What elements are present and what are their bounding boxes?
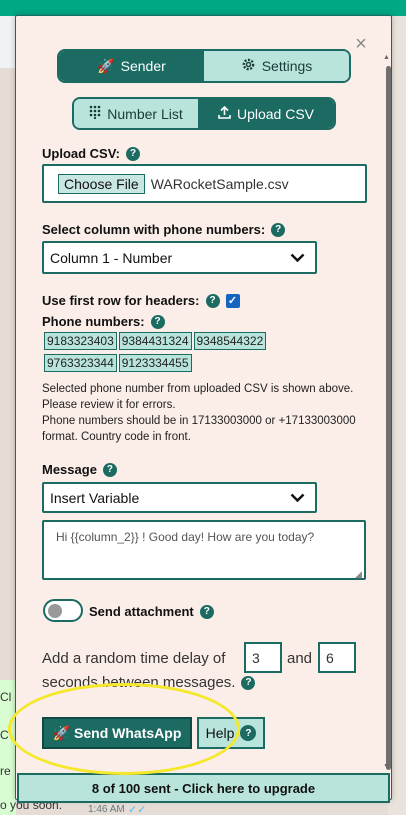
help-icon[interactable]: ? xyxy=(102,462,117,477)
tab-label: Upload CSV xyxy=(236,105,315,122)
tab-sender[interactable]: 🚀 Sender xyxy=(59,51,204,81)
help-icon: ? xyxy=(240,725,257,741)
double-check-icon: ✓✓ xyxy=(128,804,147,815)
delay-min-input[interactable]: 3 xyxy=(244,642,282,673)
phone-numbers-list: 9183323403 9384431324 9348544322 9763323… xyxy=(44,332,294,376)
upgrade-bar[interactable]: 8 of 100 sent - Click here to upgrade xyxy=(17,773,390,803)
help-icon[interactable]: ? xyxy=(150,314,165,329)
chat-bubble-fragment: C xyxy=(0,728,9,742)
label-text: Phone numbers: xyxy=(42,314,145,329)
sub-tabs: Number List Upload CSV xyxy=(72,97,336,130)
help-icon[interactable]: ? xyxy=(199,604,214,619)
main-tabs: 🚀 Sender Settings xyxy=(57,49,351,83)
tab-number-list[interactable]: Number List xyxy=(74,99,198,128)
keypad-icon xyxy=(89,105,101,122)
file-name: WARocketSample.csv xyxy=(150,175,289,192)
use-headers-checkbox[interactable]: ✓ xyxy=(225,293,240,308)
select-value: Insert Variable xyxy=(50,489,140,506)
note-review: Selected phone number from uploaded CSV … xyxy=(42,383,354,411)
phone-chip: 9348544322 xyxy=(193,332,267,350)
label-text: Message xyxy=(42,462,97,477)
help-icon[interactable]: ? xyxy=(126,146,141,161)
delay-max-input[interactable]: 6 xyxy=(318,642,356,673)
insert-variable-select[interactable]: Insert Variable xyxy=(42,482,317,513)
toggle-knob xyxy=(48,604,62,618)
delay-prefix: Add a random time delay of xyxy=(42,650,226,667)
rocket-icon: 🚀 xyxy=(52,724,71,741)
phone-chip: 9123334455 xyxy=(118,354,192,372)
label-text: Send attachment xyxy=(89,604,194,619)
tab-upload-csv[interactable]: Upload CSV xyxy=(198,99,334,128)
chevron-down-icon xyxy=(290,490,305,506)
file-input[interactable]: Choose File WARocketSample.csv xyxy=(42,164,367,203)
message-label: Message ? xyxy=(42,462,117,477)
chat-bubble-fragment: Cl xyxy=(0,690,12,704)
gear-icon xyxy=(241,57,256,75)
tab-label: Number List xyxy=(107,105,183,122)
attachment-label: Send attachment ? xyxy=(89,604,214,619)
chevron-down-icon xyxy=(290,250,305,266)
attachment-toggle[interactable] xyxy=(43,599,83,622)
tab-label: Sender xyxy=(120,58,166,74)
button-label: Send WhatsApp xyxy=(74,725,182,741)
headers-checkbox-label: Use first row for headers: ? ✓ xyxy=(42,293,240,308)
upload-icon xyxy=(218,105,231,122)
upload-csv-label: Upload CSV: ? xyxy=(42,146,141,161)
phone-chip: 9384431324 xyxy=(118,332,192,350)
select-value: Column 1 - Number xyxy=(50,249,173,266)
message-time: 1:46 AM xyxy=(88,804,125,815)
phone-column-select[interactable]: Column 1 - Number xyxy=(42,241,317,274)
message-textarea[interactable]: Hi {{column_2}} ! Good day! How are you … xyxy=(42,520,366,580)
phone-numbers-label: Phone numbers: ? xyxy=(42,314,165,329)
label-text: Select column with phone numbers: xyxy=(42,222,266,237)
tab-settings[interactable]: Settings xyxy=(204,51,349,81)
app-header-bar xyxy=(0,0,406,16)
button-label: Help xyxy=(205,725,235,741)
scroll-up-icon[interactable]: ▲ xyxy=(383,54,390,61)
delay-and: and xyxy=(287,650,313,667)
phone-notes: Selected phone number from uploaded CSV … xyxy=(42,381,372,445)
chat-bubble-fragment: re xyxy=(0,764,11,778)
note-format: Phone numbers should be in 17133003000 o… xyxy=(42,415,356,443)
tab-label: Settings xyxy=(261,58,313,74)
delay-suffix-row: seconds between messages. ? xyxy=(42,674,256,691)
choose-file-button[interactable]: Choose File xyxy=(58,173,145,194)
help-icon[interactable]: ? xyxy=(241,675,256,690)
resize-handle-icon[interactable]: ◢ xyxy=(355,569,362,580)
label-text: Upload CSV: xyxy=(42,146,121,161)
phone-chip: 9763323344 xyxy=(44,354,117,372)
phone-row: 9183323403 9384431324 9348544322 xyxy=(44,332,294,350)
help-button[interactable]: Help ? xyxy=(197,717,265,749)
delay-suffix: seconds between messages. xyxy=(42,674,236,691)
scroll-down-icon[interactable]: ▼ xyxy=(383,763,390,770)
label-text: Use first row for headers: xyxy=(42,293,200,308)
send-whatsapp-button[interactable]: 🚀 Send WhatsApp xyxy=(42,717,192,749)
column-select-label: Select column with phone numbers: ? xyxy=(42,222,286,237)
phone-row: 9763323344 9123334455 xyxy=(44,354,294,372)
rocket-icon: 🚀 xyxy=(97,57,115,74)
help-icon[interactable]: ? xyxy=(271,222,286,237)
help-icon[interactable]: ? xyxy=(205,293,220,308)
scrollbar-thumb[interactable] xyxy=(386,66,391,770)
close-icon[interactable]: × xyxy=(351,34,371,54)
phone-chip: 9183323403 xyxy=(44,332,117,350)
